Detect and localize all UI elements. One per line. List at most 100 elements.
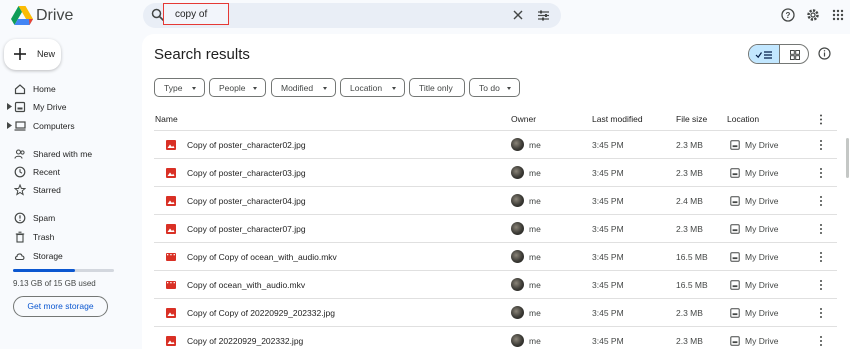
file-location[interactable]: My Drive <box>745 280 779 290</box>
my-drive-location-icon <box>730 196 740 206</box>
help-icon[interactable]: ? <box>781 8 795 22</box>
file-last-modified: 3:45 PM <box>592 280 624 290</box>
filter-chip-label: People <box>219 83 246 93</box>
sidebar-item-storage[interactable]: Storage <box>0 247 140 265</box>
filter-chip-title-only[interactable]: Title only <box>409 78 465 97</box>
filter-chip-type[interactable]: Type <box>154 78 205 97</box>
file-row[interactable]: Copy of poster_character04.jpg me 3:45 PM 2… <box>154 187 837 215</box>
list-view-button[interactable] <box>749 45 779 63</box>
column-header-name[interactable]: Name <box>155 114 178 124</box>
file-size: 2.3 MB <box>676 336 703 346</box>
my-drive-location-icon <box>730 224 740 234</box>
scrollbar-thumb[interactable] <box>846 138 849 178</box>
file-row[interactable]: Copy of 20220929_202332.jpg me 3:45 PM 2.3 … <box>154 327 837 349</box>
more-actions-icon[interactable] <box>818 279 824 291</box>
file-location[interactable]: My Drive <box>745 308 779 318</box>
file-last-modified: 3:45 PM <box>592 140 624 150</box>
file-owner: me <box>529 308 541 318</box>
file-size: 2.3 MB <box>676 140 703 150</box>
file-name[interactable]: Copy of poster_character07.jpg <box>187 224 306 234</box>
more-actions-icon[interactable] <box>818 167 824 179</box>
file-row[interactable]: Copy of poster_character02.jpg me 3:45 PM 2… <box>154 131 837 159</box>
column-header-last-modified[interactable]: Last modified <box>592 114 643 124</box>
file-row[interactable]: Copy of Copy of ocean_with_audio.mkv me 3:… <box>154 243 837 271</box>
file-row[interactable]: Copy of Copy of 20220929_202332.jpg me 3:4… <box>154 299 837 327</box>
clear-search-icon[interactable] <box>512 9 524 21</box>
new-button[interactable]: New <box>4 39 61 70</box>
column-header-file-size[interactable]: File size <box>676 114 707 124</box>
file-location[interactable]: My Drive <box>745 196 779 206</box>
sidebar-item-home[interactable]: Home <box>0 80 140 98</box>
search-options-icon[interactable] <box>537 9 550 22</box>
more-actions-icon[interactable] <box>818 335 824 347</box>
column-header-location[interactable]: Location <box>727 114 759 124</box>
plus-icon <box>14 48 26 60</box>
filter-chip-people[interactable]: People <box>209 78 266 97</box>
dropdown-arrow-icon <box>253 87 257 90</box>
dropdown-arrow-icon <box>507 87 511 90</box>
drive-logo-icon[interactable] <box>11 6 33 26</box>
file-location[interactable]: My Drive <box>745 140 779 150</box>
file-row[interactable]: Copy of poster_character07.jpg me 3:45 PM 2… <box>154 215 837 243</box>
file-name[interactable]: Copy of ocean_with_audio.mkv <box>187 280 305 290</box>
shared-people-icon <box>14 149 25 159</box>
file-row[interactable]: Copy of poster_character03.jpg me 3:45 PM 2… <box>154 159 837 187</box>
column-options-icon[interactable] <box>818 114 824 125</box>
file-last-modified: 3:45 PM <box>592 308 624 318</box>
computers-icon <box>14 121 26 131</box>
sidebar-item-trash[interactable]: Trash <box>0 228 140 246</box>
more-actions-icon[interactable] <box>818 139 824 151</box>
sidebar-item-spam[interactable]: Spam <box>0 209 140 227</box>
column-header-owner[interactable]: Owner <box>511 114 536 124</box>
search-input[interactable]: copy of <box>175 9 207 20</box>
file-name[interactable]: Copy of poster_character02.jpg <box>187 140 306 150</box>
file-location[interactable]: My Drive <box>745 252 779 262</box>
new-button-label: New <box>37 49 56 59</box>
file-location[interactable]: My Drive <box>745 168 779 178</box>
owner-avatar <box>511 194 524 207</box>
more-actions-icon[interactable] <box>818 223 824 235</box>
search-bar[interactable]: copy of <box>143 3 561 28</box>
file-size: 16.5 MB <box>676 252 708 262</box>
sidebar-item-computers[interactable]: Computers <box>0 117 140 135</box>
file-location[interactable]: My Drive <box>745 336 779 346</box>
more-actions-icon[interactable] <box>818 195 824 207</box>
filter-chip-to-do[interactable]: To do <box>469 78 520 97</box>
file-name[interactable]: Copy of 20220929_202332.jpg <box>187 336 303 346</box>
file-owner: me <box>529 224 541 234</box>
view-toggle <box>748 44 809 64</box>
storage-usage-bar <box>13 269 114 272</box>
file-size: 2.3 MB <box>676 168 703 178</box>
file-row[interactable]: Copy of ocean_with_audio.mkv me 3:45 PM 16.… <box>154 271 837 299</box>
sidebar-item-recent[interactable]: Recent <box>0 163 140 181</box>
expand-caret-icon[interactable] <box>7 122 12 129</box>
file-name[interactable]: Copy of Copy of 20220929_202332.jpg <box>187 308 335 318</box>
sidebar-item-my-drive[interactable]: My Drive <box>0 98 140 116</box>
file-owner: me <box>529 140 541 150</box>
file-name[interactable]: Copy of poster_character03.jpg <box>187 168 306 178</box>
sidebar-item-label: Storage <box>33 251 63 261</box>
home-icon <box>14 84 26 95</box>
file-location[interactable]: My Drive <box>745 224 779 234</box>
grid-view-button[interactable] <box>779 45 808 63</box>
expand-caret-icon[interactable] <box>7 103 12 110</box>
filter-chip-modified[interactable]: Modified <box>271 78 336 97</box>
settings-gear-icon[interactable] <box>806 8 820 22</box>
app-name[interactable]: Drive <box>36 7 73 25</box>
more-actions-icon[interactable] <box>818 251 824 263</box>
filter-chip-location[interactable]: Location <box>340 78 405 97</box>
video-file-icon <box>166 281 176 289</box>
filter-chip-label: Modified <box>281 83 314 93</box>
owner-avatar <box>511 138 524 151</box>
file-name[interactable]: Copy of poster_character04.jpg <box>187 196 306 206</box>
sidebar-item-shared-with-me[interactable]: Shared with me <box>0 145 140 163</box>
more-actions-icon[interactable] <box>818 307 824 319</box>
apps-grid-icon[interactable] <box>831 8 845 22</box>
file-name[interactable]: Copy of Copy of ocean_with_audio.mkv <box>187 252 337 262</box>
get-more-storage-button[interactable]: Get more storage <box>13 296 108 317</box>
info-icon[interactable] <box>818 47 831 60</box>
dropdown-arrow-icon <box>192 87 196 90</box>
file-owner: me <box>529 252 541 262</box>
sidebar-item-starred[interactable]: Starred <box>0 181 140 199</box>
owner-avatar <box>511 222 524 235</box>
